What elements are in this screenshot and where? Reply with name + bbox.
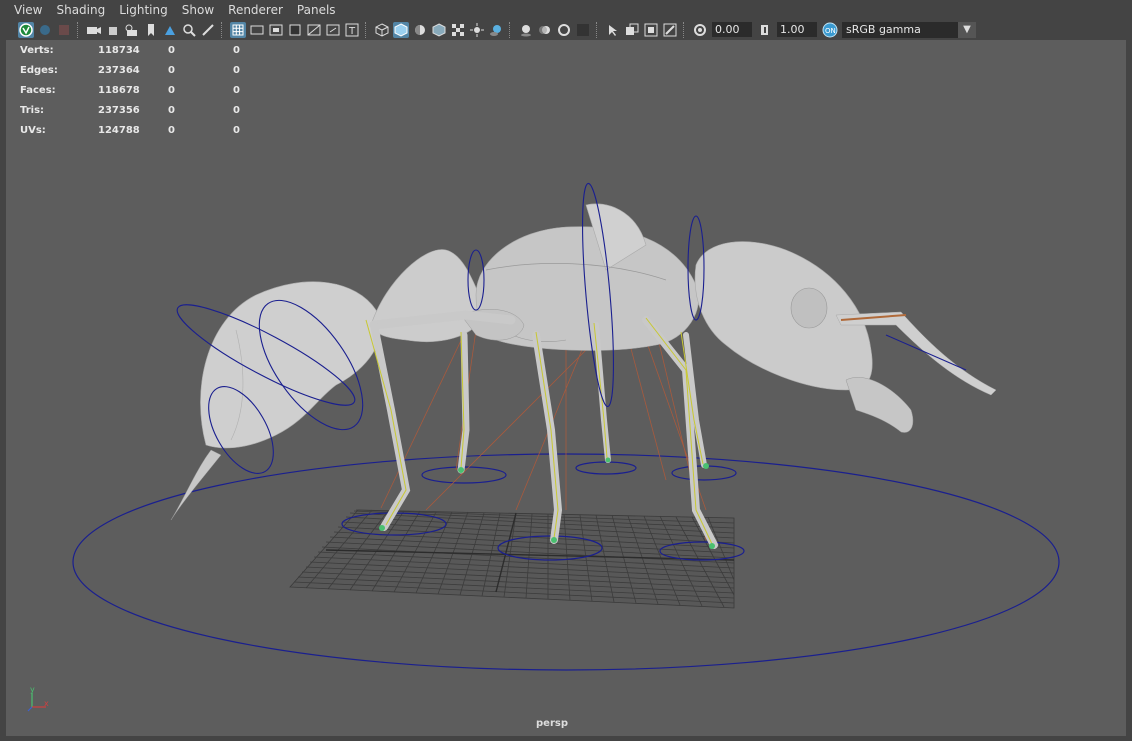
panel-menu-bar: View Shading Lighting Show Renderer Pane… — [0, 0, 1132, 19]
menu-lighting[interactable]: Lighting — [112, 3, 175, 17]
menu-panels[interactable]: Panels — [290, 3, 343, 17]
film-gate-icon[interactable] — [249, 22, 265, 38]
wireframe-on-shaded-icon[interactable] — [412, 22, 428, 38]
safe-title-icon[interactable]: T — [344, 22, 360, 38]
camera-name-label: persp — [536, 718, 568, 729]
svg-text:ON: ON — [825, 27, 836, 35]
camera-attributes-icon[interactable] — [37, 22, 53, 38]
use-all-lights-icon[interactable] — [469, 22, 485, 38]
menu-view[interactable]: View — [0, 3, 49, 17]
toolbar-separator — [509, 21, 512, 38]
shadows-icon[interactable] — [488, 22, 504, 38]
hud-row-uvs: UVs: 124788 0 0 — [20, 124, 240, 136]
viewport-3d[interactable]: Verts: 118734 0 0 Edges: 237364 0 0 Face… — [6, 40, 1126, 736]
camera-tumble-icon[interactable] — [124, 22, 140, 38]
bookmarks-icon[interactable] — [56, 22, 72, 38]
anti-aliasing-icon[interactable] — [556, 22, 572, 38]
resolution-gate-icon[interactable] — [268, 22, 284, 38]
hud-row-verts: Verts: 118734 0 0 — [20, 44, 240, 56]
xray-icon[interactable] — [624, 22, 640, 38]
depth-of-field-icon[interactable] — [575, 22, 591, 38]
toolbar-separator — [365, 21, 368, 38]
z-axis-line — [27, 706, 33, 712]
menu-renderer[interactable]: Renderer — [221, 3, 290, 17]
hud-row-faces: Faces: 118678 0 0 — [20, 84, 240, 96]
exposure-field[interactable]: 0.00 — [712, 22, 752, 37]
pan-zoom-icon[interactable] — [181, 22, 197, 38]
scene-canvas[interactable] — [6, 40, 1126, 736]
isolate-select-icon[interactable] — [605, 22, 621, 38]
grease-pencil-icon[interactable] — [200, 22, 216, 38]
textured-icon[interactable] — [431, 22, 447, 38]
bookmark-icon[interactable] — [143, 22, 159, 38]
gate-mask-icon[interactable] — [287, 22, 303, 38]
xray-active-components-icon[interactable] — [643, 22, 659, 38]
y-axis-label: y — [30, 685, 35, 694]
grid-icon[interactable] — [229, 21, 246, 38]
select-camera-icon[interactable] — [17, 21, 34, 38]
menu-show[interactable]: Show — [175, 3, 221, 17]
hud-row-tris: Tris: 237356 0 0 — [20, 104, 240, 116]
camera-icon[interactable] — [86, 22, 102, 38]
smooth-shade-icon[interactable] — [392, 21, 409, 38]
toolbar-separator — [683, 21, 686, 38]
ant-legs[interactable] — [369, 310, 718, 549]
safe-action-icon[interactable] — [325, 22, 341, 38]
toolbar-separator — [221, 21, 224, 38]
panel-toolbar: T 0.00 1.00 ON sRGB gamma ▼ — [0, 19, 1132, 40]
image-plane-icon[interactable] — [162, 22, 178, 38]
color-space-dropdown[interactable]: sRGB gamma — [842, 21, 958, 38]
checker-icon[interactable] — [450, 22, 466, 38]
gamma-icon[interactable] — [757, 22, 773, 38]
toolbar-separator — [596, 21, 599, 38]
ambient-occlusion-icon[interactable] — [518, 22, 534, 38]
toolbar-separator — [77, 21, 80, 38]
color-management-icon[interactable]: ON — [822, 22, 838, 38]
wireframe-icon[interactable] — [374, 22, 390, 38]
field-chart-icon[interactable] — [306, 22, 322, 38]
exposure-icon[interactable] — [692, 22, 708, 38]
poly-count-hud: Verts: 118734 0 0 Edges: 237364 0 0 Face… — [20, 40, 273, 140]
gamma-field[interactable]: 1.00 — [777, 22, 817, 37]
hud-row-edges: Edges: 237364 0 0 — [20, 64, 240, 76]
motion-blur-icon[interactable] — [537, 22, 553, 38]
chevron-down-icon[interactable]: ▼ — [958, 21, 976, 38]
camera-lock-icon[interactable] — [105, 22, 121, 38]
menu-shading[interactable]: Shading — [49, 3, 112, 17]
xray-joints-icon[interactable] — [662, 22, 678, 38]
ant-head[interactable] — [694, 241, 997, 433]
ant-abdomen[interactable] — [170, 281, 381, 521]
axis-gizmo: y x — [27, 685, 49, 712]
x-axis-label: x — [44, 699, 49, 708]
ground-grid — [289, 509, 735, 609]
svg-text:T: T — [348, 26, 356, 37]
